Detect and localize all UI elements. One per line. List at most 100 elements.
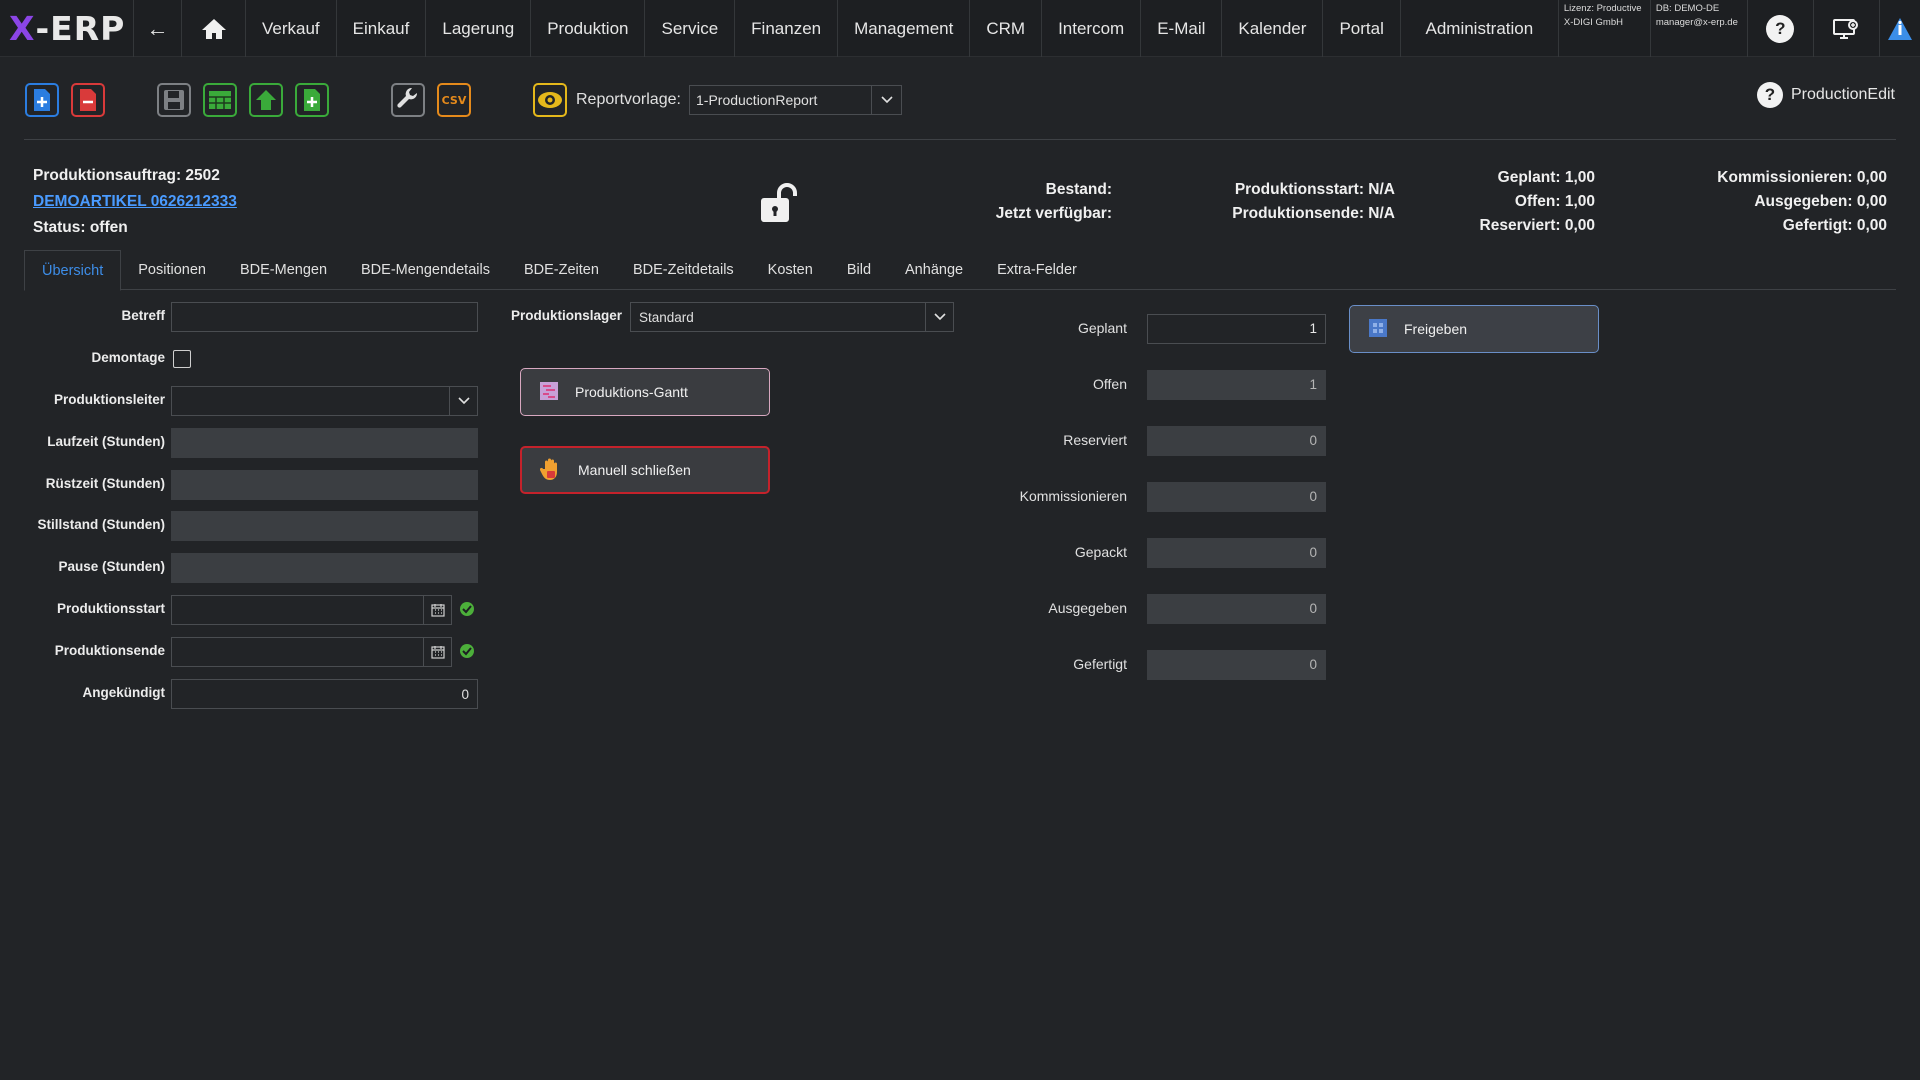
divider xyxy=(24,139,1896,140)
tab-bild[interactable]: Bild xyxy=(830,250,888,290)
kommissionieren-input: 0 xyxy=(1147,482,1326,512)
produktionsstart-label: Produktionsstart xyxy=(56,601,165,616)
ruestzeit-input xyxy=(171,470,478,500)
ausgegeben-label: Ausgegeben xyxy=(1048,600,1127,616)
tab-bde-zeitdetails[interactable]: BDE-Zeitdetails xyxy=(616,250,751,290)
offen-label: Offen xyxy=(1093,376,1127,392)
nav-crm[interactable]: CRM xyxy=(970,0,1043,57)
report-template-select[interactable]: 1-ProductionReport xyxy=(689,85,902,115)
ruestzeit-label: Rüstzeit (Stunden) xyxy=(45,476,165,491)
production-order-number: Produktionsauftrag: 2502 xyxy=(33,167,220,184)
laufzeit-label: Laufzeit (Stunden) xyxy=(47,434,165,449)
gantt-icon xyxy=(539,381,559,404)
nav-einkauf[interactable]: Einkauf xyxy=(337,0,427,57)
nav-service[interactable]: Service xyxy=(645,0,736,57)
reserviert-label: Reserviert xyxy=(1063,432,1127,448)
geplant-input[interactable]: 1 xyxy=(1147,314,1326,344)
chevron-down-icon xyxy=(925,303,953,331)
help-link[interactable]: ? ProductionEdit xyxy=(1756,82,1895,108)
produktionslager-label: Produktionslager xyxy=(510,308,622,323)
calendar-icon[interactable] xyxy=(423,638,451,666)
tab-extra-felder[interactable]: Extra-Felder xyxy=(980,250,1094,290)
nav-portal[interactable]: Portal xyxy=(1323,0,1401,57)
demontage-label: Demontage xyxy=(91,350,165,365)
ausgegeben-input: 0 xyxy=(1147,594,1326,624)
tab-bar: Übersicht Positionen BDE-Mengen BDE-Meng… xyxy=(24,250,1896,291)
app-logo[interactable]: X -ERP xyxy=(0,0,134,57)
laufzeit-input xyxy=(171,428,478,458)
production-dates-info: Produktionsstart: N/A Produktionsende: N… xyxy=(1232,181,1395,222)
tab-bde-mengen[interactable]: BDE-Mengen xyxy=(223,250,344,290)
nav-finanzen[interactable]: Finanzen xyxy=(735,0,839,57)
upload-icon[interactable] xyxy=(249,83,283,117)
produktionsende-label: Produktionsende xyxy=(54,643,165,658)
tab-positionen[interactable]: Positionen xyxy=(121,250,223,290)
report-template-label: Reportvorlage: xyxy=(576,91,681,108)
demontage-checkbox[interactable] xyxy=(173,350,191,368)
pause-input xyxy=(171,553,478,583)
nav-lagerung[interactable]: Lagerung xyxy=(426,0,532,57)
gefertigt-input: 0 xyxy=(1147,650,1326,680)
csv-export-icon[interactable]: CSV xyxy=(437,83,471,117)
angekuendigt-input[interactable]: 0 xyxy=(171,679,478,709)
manual-close-button[interactable]: Manuell schließen xyxy=(520,446,770,494)
delete-document-icon[interactable] xyxy=(71,83,105,117)
nav-management[interactable]: Management xyxy=(838,0,971,57)
chevron-down-icon xyxy=(871,86,901,114)
produktionslager-select[interactable]: Standard xyxy=(630,302,954,332)
top-navigation: X -ERP ← Verkauf Einkauf Lagerung Produkt… xyxy=(0,0,1920,57)
home-icon[interactable] xyxy=(182,0,246,57)
quantity-summary-left: Geplant: 1,00 Offen: 1,00 Reserviert: 0,… xyxy=(1479,169,1595,234)
nav-kalender[interactable]: Kalender xyxy=(1222,0,1324,57)
remote-desktop-icon[interactable] xyxy=(1814,0,1880,57)
betreff-input[interactable] xyxy=(171,302,478,332)
quantity-summary-right: Kommissionieren: 0,00 Ausgegeben: 0,00 G… xyxy=(1717,169,1887,234)
chevron-down-icon xyxy=(449,387,477,415)
tab-bde-zeiten[interactable]: BDE-Zeiten xyxy=(507,250,616,290)
nav-email[interactable]: E-Mail xyxy=(1141,0,1223,57)
tab-uebersicht[interactable]: Übersicht xyxy=(24,250,122,291)
checkmark-icon[interactable] xyxy=(459,601,475,621)
order-status: Status: offen xyxy=(33,219,128,236)
betreff-label: Betreff xyxy=(121,308,165,323)
database-info: DB: DEMO-DE manager@x-erp.de xyxy=(1651,0,1748,57)
nav-produktion[interactable]: Produktion xyxy=(531,0,646,57)
help-icon[interactable]: ? xyxy=(1748,0,1814,57)
release-button[interactable]: Freigeben xyxy=(1349,305,1599,353)
produktionsleiter-select[interactable] xyxy=(171,386,478,416)
toolbar: CSV Reportvorlage: 1-ProductionReport ? … xyxy=(0,57,1920,141)
help-icon: ? xyxy=(1756,82,1783,108)
production-gantt-button[interactable]: Produktions-Gantt xyxy=(520,368,770,416)
stillstand-label: Stillstand (Stunden) xyxy=(37,517,166,532)
info-triangle-icon[interactable] xyxy=(1880,0,1920,57)
produktionsende-date-input[interactable] xyxy=(171,637,452,667)
tab-anhaenge[interactable]: Anhänge xyxy=(888,250,980,290)
gefertigt-label: Gefertigt xyxy=(1073,656,1127,672)
add-document-icon[interactable] xyxy=(295,83,329,117)
save-icon[interactable] xyxy=(157,83,191,117)
new-document-icon[interactable] xyxy=(25,83,59,117)
offen-input: 1 xyxy=(1147,370,1326,400)
article-link-wrapper: DEMOARTIKEL 0626212333 xyxy=(33,193,237,211)
license-info: Lizenz: Productive X-DIGI GmbH xyxy=(1559,0,1651,57)
tab-bde-mengendetails[interactable]: BDE-Mengendetails xyxy=(344,250,507,290)
nav-administration[interactable]: Administration xyxy=(1401,0,1559,57)
reserviert-input: 0 xyxy=(1147,426,1326,456)
back-icon[interactable]: ← xyxy=(134,0,182,57)
stock-info: Bestand: Jetzt verfügbar: xyxy=(995,181,1112,222)
nav-verkauf[interactable]: Verkauf xyxy=(246,0,337,57)
produktionsstart-date-input[interactable] xyxy=(171,595,452,625)
preview-eye-icon[interactable] xyxy=(533,83,567,117)
table-icon[interactable] xyxy=(203,83,237,117)
tab-kosten[interactable]: Kosten xyxy=(751,250,830,290)
unlock-icon[interactable] xyxy=(757,182,799,228)
checkmark-icon[interactable] xyxy=(459,643,475,663)
kommissionieren-label: Kommissionieren xyxy=(1019,488,1127,504)
stop-hand-icon xyxy=(539,457,562,484)
article-link[interactable]: DEMOARTIKEL 0626212333 xyxy=(33,193,237,210)
wrench-icon[interactable] xyxy=(391,83,425,117)
calendar-icon[interactable] xyxy=(423,596,451,624)
nav-intercom[interactable]: Intercom xyxy=(1042,0,1142,57)
angekuendigt-label: Angekündigt xyxy=(82,685,166,700)
gepackt-label: Gepackt xyxy=(1074,544,1127,560)
